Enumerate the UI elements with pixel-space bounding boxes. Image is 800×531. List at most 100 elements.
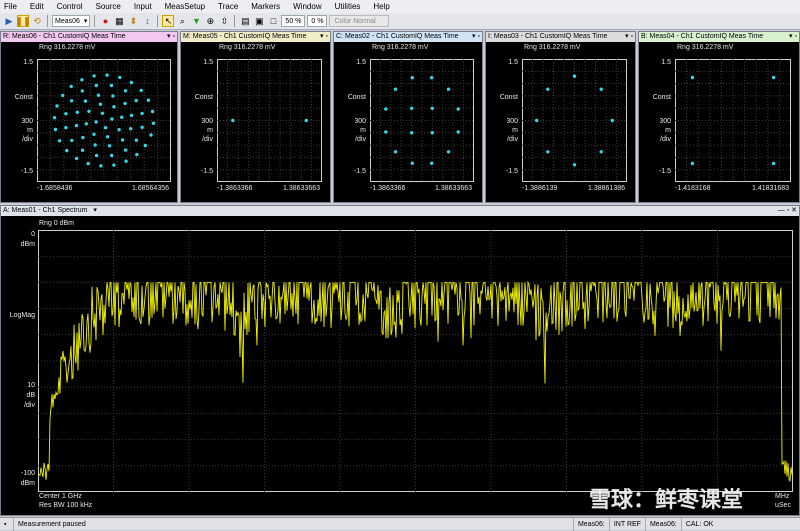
constellation-point [690, 161, 695, 166]
chevron-down-icon[interactable]: ▾ ▫ [789, 32, 797, 42]
zoom-percent-field-1[interactable]: 50 % [281, 15, 306, 27]
constellation-y-scale-div: /div [22, 136, 33, 143]
constellation-point [99, 164, 103, 168]
meas-select-dropdown[interactable]: Meas06 ▾ [52, 15, 91, 27]
constellation-point [151, 121, 156, 125]
constellation-range: Rng 316.2278 mV [372, 44, 429, 51]
menu-trace[interactable]: Trace [218, 2, 238, 11]
constellation-point [105, 73, 109, 77]
menu-source[interactable]: Source [95, 2, 120, 11]
constellation-point [572, 163, 577, 167]
window-single-icon[interactable]: □ [267, 15, 279, 27]
constellation-point [64, 125, 68, 130]
constellation-window-title[interactable]: R: Meas06 - Ch1 CustomIQ Meas Time ▾ ▫ [1, 32, 177, 42]
menu-edit[interactable]: Edit [30, 2, 44, 11]
zoom-icon[interactable]: ⌕ [176, 15, 188, 27]
constellation-point [103, 126, 108, 130]
pause-icon[interactable]: ❚❚ [15, 15, 31, 27]
constellation-point [124, 148, 128, 152]
flag-icon[interactable]: ▼ [190, 15, 202, 27]
constellation-plot[interactable] [522, 59, 627, 182]
chevron-down-icon[interactable]: ▾ ▫ [320, 32, 328, 42]
menu-window[interactable]: Window [293, 2, 321, 11]
constellation-plot[interactable] [370, 59, 474, 182]
constellation-plot[interactable] [37, 59, 171, 182]
constellation-plot[interactable] [675, 59, 791, 182]
chevron-down-icon[interactable]: ▾ ▫ [167, 32, 175, 42]
window-stack-icon[interactable]: ▣ [253, 15, 265, 27]
constellation-title-text: R: Meas06 - Ch1 CustomIQ Meas Time [3, 33, 126, 40]
constellation-point [139, 88, 143, 93]
spectrum-y-mid: LogMag [9, 312, 35, 319]
constellation-point [74, 156, 79, 161]
status-bar: ▪ Measurement paused Meas06: INT REF Mea… [0, 517, 800, 531]
constellation-title-text: I: Meas03 - Ch1 CustomIQ Meas Time [488, 33, 608, 40]
constellation-point [94, 153, 99, 158]
constellation-point [430, 106, 434, 110]
play-icon[interactable]: ▶ [3, 15, 15, 27]
menu-file[interactable]: File [4, 2, 17, 11]
constellation-y-label: Const [14, 94, 33, 101]
constellation-point [384, 130, 388, 134]
constellation-point [52, 116, 57, 120]
constellation-window: R: Meas06 - Ch1 CustomIQ Meas Time ▾ ▫ R… [0, 31, 178, 203]
chevron-down-icon[interactable]: ▾ ▫ [625, 32, 633, 42]
constellation-point [69, 84, 73, 89]
constellation-plot[interactable] [217, 59, 322, 182]
constellation-point [100, 111, 105, 115]
constellation-point [149, 133, 153, 137]
constellation-x-left: -1.3863366 [370, 185, 406, 192]
color-mode-dropdown[interactable]: Color Normal [329, 15, 390, 27]
menu-control[interactable]: Control [57, 2, 83, 11]
constellation-point [86, 161, 90, 166]
constellation-y-scale: 300 [354, 118, 366, 125]
spectrum-res-bw: Res BW 100 kHz [39, 502, 93, 509]
menu-utilities[interactable]: Utilities [335, 2, 361, 11]
constellation-window-title[interactable]: M: Meas05 - Ch1 CustomIQ Meas Time ▾ ▫ [181, 32, 330, 42]
spectrum-plot[interactable] [38, 230, 793, 492]
chevron-down-icon[interactable]: ▾ [93, 207, 97, 214]
constellation-point [70, 138, 74, 143]
constellation-y-label: Const [194, 94, 213, 101]
constellation-range: Rng 316.2278 mV [524, 44, 581, 51]
constellation-point [55, 104, 59, 108]
constellation-point [96, 93, 101, 97]
constellation-point [135, 152, 139, 157]
marker-icon[interactable]: ⬍ [127, 15, 139, 27]
menu-markers[interactable]: Markers [251, 2, 280, 11]
constellation-title-text: B: Meas04 - Ch1 CustomIQ Meas Time [641, 33, 764, 40]
spectrum-window-title[interactable]: A: Meas01 - Ch1 Spectrum ▾ [1, 206, 121, 216]
menu-help[interactable]: Help [373, 2, 389, 11]
menu-meassetup[interactable]: MeasSetup [165, 2, 205, 11]
window-controls[interactable]: — ▫ ✕ [778, 206, 797, 216]
grid-icon[interactable]: ▦ [113, 15, 125, 27]
record-icon[interactable]: ● [99, 15, 111, 27]
constellation-point [80, 89, 84, 93]
constellation-x-right: 1.38861386 [588, 185, 625, 192]
zoom-percent-field-2[interactable]: 0 % [307, 15, 328, 27]
constellation-point [304, 118, 308, 123]
autoscale-icon[interactable]: ⇳ [218, 15, 230, 27]
window-tile-icon[interactable]: ▤ [239, 15, 251, 27]
constellation-point [92, 132, 96, 136]
chevron-down-icon[interactable]: ▾ ▫ [472, 32, 480, 42]
restart-icon[interactable]: ⟲ [31, 15, 43, 27]
constellation-y-bottom: -1.5 [200, 168, 213, 175]
spectrum-span: MHz [775, 493, 790, 500]
marker-peak-icon[interactable]: ⊕ [204, 15, 216, 27]
constellation-window-title[interactable]: B: Meas04 - Ch1 CustomIQ Meas Time ▾ ▫ [639, 32, 799, 42]
constellation-y-top: 1.5 [356, 59, 366, 66]
constellation-point [112, 105, 116, 109]
constellation-x-right: 1.68564356 [132, 185, 169, 192]
pointer-icon[interactable]: ↖ [162, 15, 175, 27]
menu-bar: File Edit Control Source Input MeasSetup Trace… [0, 0, 800, 13]
constellation-point [93, 143, 97, 147]
constellation-window-title[interactable]: I: Meas03 - Ch1 CustomIQ Meas Time ▾ ▫ [486, 32, 635, 42]
constellation-point [92, 74, 96, 78]
constellation-y-scale-div: /div [660, 136, 671, 143]
spectrum-center-freq: Center 1 GHz [39, 493, 82, 500]
menu-input[interactable]: Input [134, 2, 152, 11]
constellation-window-title[interactable]: C: Meas02 - Ch1 CustomIQ Meas Time ▾ ▫ [334, 32, 482, 42]
cursor-icon[interactable]: ↕ [141, 15, 153, 27]
constellation-point [74, 123, 79, 128]
